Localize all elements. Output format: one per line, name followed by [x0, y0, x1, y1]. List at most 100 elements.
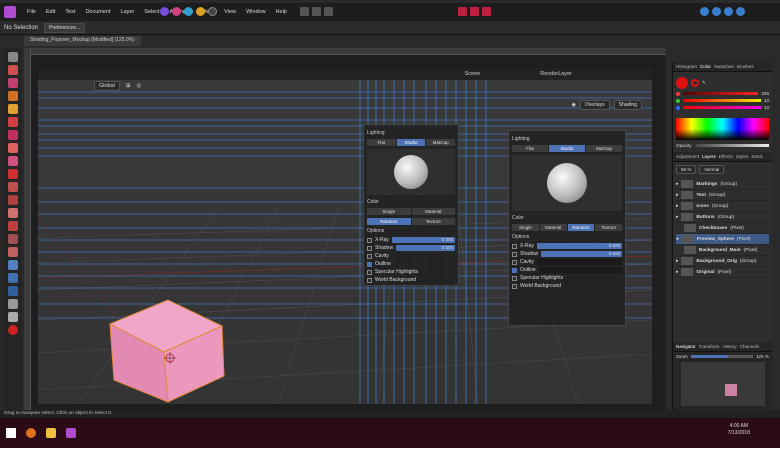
specular-checkbox[interactable]	[367, 269, 372, 275]
layer-row[interactable]: Checkboxes (Pixel)	[676, 223, 769, 234]
layer-row[interactable]: ▸ Icons (Group)	[676, 201, 769, 212]
color-single[interactable]: Single	[367, 208, 411, 215]
menu-help[interactable]: Help	[271, 9, 292, 15]
color-material[interactable]: Material	[539, 224, 567, 231]
layer-row[interactable]: Background_Main (Pixel)	[676, 245, 769, 256]
tab-effects[interactable]: Effects	[719, 154, 733, 159]
tone-map-persona-icon[interactable]	[196, 7, 205, 16]
xray-slider[interactable]: 0.500	[391, 237, 455, 243]
healing-tool-icon[interactable]	[8, 234, 18, 244]
primary-color-icon[interactable]	[8, 325, 18, 335]
tab-swatches[interactable]: Swatches	[714, 64, 734, 69]
snap-icon[interactable]: ⊞	[126, 83, 131, 89]
menu-edit[interactable]: Edit	[41, 9, 60, 15]
move-tool-icon[interactable]	[8, 52, 18, 62]
shape-tool-icon[interactable]	[8, 286, 18, 296]
expand-arrow-icon[interactable]: ▸	[676, 182, 678, 187]
menu-text[interactable]: Text	[60, 9, 80, 15]
preferences-button[interactable]: Preferences...	[44, 22, 86, 33]
selection-brush-icon[interactable]	[8, 91, 18, 101]
lighting-matcap[interactable]: MatCap	[586, 145, 622, 152]
document-tab[interactable]: Shading_Popover_Mockup [Modified] (125.0…	[24, 36, 141, 46]
tab-channels[interactable]: Channels	[740, 344, 759, 349]
photo-persona-icon[interactable]	[160, 7, 169, 16]
green-slider[interactable]	[683, 99, 761, 102]
world-checkbox[interactable]	[367, 277, 372, 283]
layer-row[interactable]: ▸ Buttons (Group)	[676, 212, 769, 223]
specular-checkbox[interactable]	[512, 275, 517, 281]
layer-row[interactable]: ▸ Background_Orig (Group)	[676, 256, 769, 267]
outline-checkbox[interactable]	[512, 267, 517, 273]
color-texture[interactable]: Texture	[595, 224, 622, 231]
marquee-icon[interactable]	[300, 7, 309, 16]
develop-persona-icon[interactable]	[184, 7, 193, 16]
force-pixel-icon[interactable]	[482, 7, 491, 16]
tab-adjustment[interactable]: Adjustment	[676, 154, 699, 159]
smudge-tool-icon[interactable]	[8, 247, 18, 257]
snapping-icon[interactable]	[458, 7, 467, 16]
proportional-edit-icon[interactable]: ◎	[137, 83, 142, 89]
menu-file[interactable]: File	[22, 9, 41, 15]
layer-row[interactable]: ▸ Markings (Group)	[676, 179, 769, 190]
taskbar-clock[interactable]: 4:00 AM 7/13/2018	[728, 423, 750, 437]
studio-light-preview[interactable]	[512, 155, 622, 211]
tab-stock[interactable]: Stock	[751, 154, 763, 159]
cavity-checkbox[interactable]	[512, 259, 517, 265]
node-tool-icon[interactable]	[8, 273, 18, 283]
color-single[interactable]: Single	[512, 224, 539, 231]
flood-select-icon[interactable]	[8, 104, 18, 114]
text-tool-icon[interactable]	[8, 299, 18, 309]
visibility-icon[interactable]: ◉	[572, 102, 576, 108]
expand-arrow-icon[interactable]: ▸	[676, 259, 678, 264]
pen-tool-icon[interactable]	[8, 260, 18, 270]
transform-orientation-dropdown[interactable]: Global	[94, 81, 120, 91]
shadow-checkbox[interactable]	[512, 251, 517, 257]
scene-label[interactable]: Scene	[465, 71, 481, 77]
zoom-value[interactable]: 125 %	[756, 354, 769, 359]
blue-slider[interactable]	[683, 106, 761, 109]
menu-layer[interactable]: Layer	[116, 9, 140, 15]
affinity-photo-taskbar-icon[interactable]	[66, 428, 76, 438]
tab-styles[interactable]: Styles	[736, 154, 749, 159]
mask-icon[interactable]	[312, 7, 321, 16]
opacity-slider[interactable]	[694, 144, 769, 147]
tab-history[interactable]: History	[722, 344, 736, 349]
shadow-slider[interactable]: 0.500	[541, 251, 622, 257]
expand-arrow-icon[interactable]: ▸	[676, 215, 678, 220]
layer-row[interactable]: ▸ Text (Group)	[676, 190, 769, 201]
firefox-icon[interactable]	[26, 428, 36, 438]
fill-color-icon[interactable]	[676, 77, 688, 89]
green-value[interactable]: 13	[764, 98, 769, 103]
shading-button[interactable]: Shading	[613, 100, 642, 110]
menu-document[interactable]: Document	[80, 9, 115, 15]
crop-tool-icon[interactable]	[8, 78, 18, 88]
export-persona-icon[interactable]	[208, 7, 217, 16]
red-value[interactable]: 236	[761, 91, 769, 96]
document-canvas[interactable]: Scene RenderLayer Global ⊞ ◎ ◉ Overlays …	[24, 48, 666, 410]
expand-arrow-icon[interactable]: ▸	[676, 193, 678, 198]
pixel-tool-icon[interactable]	[8, 156, 18, 166]
outline-color-bar[interactable]	[538, 267, 622, 273]
help-icon[interactable]	[724, 7, 733, 16]
blue-value[interactable]: 13	[764, 105, 769, 110]
visible-dot-icon[interactable]: ●	[676, 237, 679, 242]
arrange-back-icon[interactable]	[700, 7, 709, 16]
tab-histogram[interactable]: Histogram	[676, 64, 697, 69]
layer-opacity-field[interactable]: 50 %	[676, 165, 697, 174]
tab-color[interactable]: Color	[700, 64, 711, 69]
color-random[interactable]: Random	[567, 224, 595, 231]
studio-light-preview[interactable]	[367, 149, 455, 195]
studio-icon[interactable]	[736, 7, 745, 16]
xray-checkbox[interactable]	[512, 243, 517, 249]
stroke-color-icon[interactable]	[691, 79, 699, 87]
navigator-thumbnail[interactable]	[681, 362, 765, 406]
start-icon[interactable]	[6, 428, 16, 438]
zoom-slider[interactable]	[690, 355, 753, 358]
expand-arrow-icon[interactable]: ▸	[676, 204, 678, 209]
assistant-icon[interactable]	[470, 7, 479, 16]
lighting-studio[interactable]: Studio	[396, 139, 426, 146]
lighting-studio[interactable]: Studio	[549, 145, 585, 152]
lighting-flat[interactable]: Flat	[367, 139, 396, 146]
color-texture[interactable]: Texture	[411, 218, 455, 225]
cavity-checkbox[interactable]	[367, 253, 372, 259]
